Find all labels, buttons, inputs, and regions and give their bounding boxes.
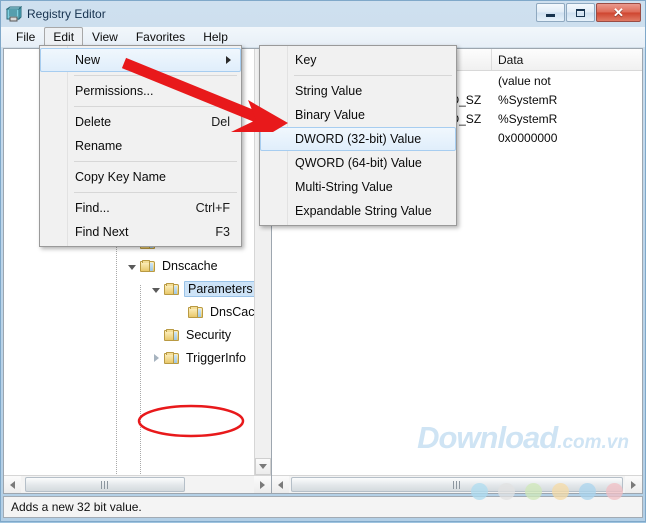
edit-menu-popup: New Permissions... Delete Del Rename Cop… — [39, 45, 242, 247]
chevron-left-icon — [10, 481, 15, 489]
tree-item-label: Security — [184, 328, 233, 342]
menu-item-find-next[interactable]: Find Next F3 — [40, 220, 241, 244]
menu-item-label: String Value — [295, 84, 362, 98]
status-text: Adds a new 32 bit value. — [11, 500, 142, 514]
expander-expanded-icon[interactable] — [124, 254, 140, 277]
chevron-left-icon — [278, 481, 283, 489]
value-data: %SystemR — [492, 112, 642, 126]
maximize-button[interactable] — [566, 3, 595, 22]
folder-icon — [140, 259, 156, 273]
menu-item-label: DWORD (32-bit) Value — [295, 132, 421, 146]
column-header-data[interactable]: Data — [492, 49, 642, 70]
maximize-icon — [576, 9, 585, 17]
tree-hscroll-track[interactable] — [21, 476, 254, 493]
scroll-down-button[interactable] — [255, 458, 271, 475]
chevron-right-icon — [226, 56, 231, 64]
tree-item-triggerinfo[interactable]: TriggerInfo — [4, 346, 271, 369]
menu-item-find[interactable]: Find... Ctrl+F — [40, 196, 241, 220]
menu-item-label: Permissions... — [75, 84, 154, 98]
folder-icon — [164, 282, 180, 296]
menu-item-label: Rename — [75, 139, 122, 153]
values-hscroll-track[interactable] — [289, 476, 625, 493]
tree-item-security[interactable]: Security — [4, 323, 271, 346]
menu-item-accelerator: F3 — [215, 225, 230, 239]
menu-help[interactable]: Help — [194, 27, 237, 47]
menu-item-new[interactable]: New — [40, 48, 241, 72]
title-bar: Registry Editor ✕ — [1, 1, 645, 27]
menu-item-label: Key — [295, 53, 317, 67]
menu-separator — [74, 192, 237, 193]
menu-item-key[interactable]: Key — [260, 48, 456, 72]
menu-separator — [74, 106, 237, 107]
chevron-right-icon — [631, 481, 636, 489]
menu-separator — [74, 161, 237, 162]
close-button[interactable]: ✕ — [596, 3, 641, 22]
menu-item-label: Expandable String Value — [295, 204, 432, 218]
value-data: (value not — [492, 74, 642, 88]
chevron-right-icon — [260, 481, 265, 489]
menu-item-binary-value[interactable]: Binary Value — [260, 103, 456, 127]
menu-item-label: QWORD (64-bit) Value — [295, 156, 422, 170]
menu-item-multi-string-value[interactable]: Multi-String Value — [260, 175, 456, 199]
menu-item-string-value[interactable]: String Value — [260, 79, 456, 103]
expander-leaf-icon — [172, 300, 188, 323]
expander-leaf-icon — [148, 323, 164, 346]
tree-item-label: Parameters — [184, 281, 257, 297]
menu-item-expandable-string-value[interactable]: Expandable String Value — [260, 199, 456, 223]
registry-editor-window: Registry Editor ✕ File Edit View Favorit… — [0, 0, 646, 522]
menu-favorites[interactable]: Favorites — [127, 27, 194, 47]
menu-file[interactable]: File — [7, 27, 44, 47]
grip-icon — [101, 481, 109, 489]
minimize-icon — [546, 14, 555, 17]
menu-item-label: Multi-String Value — [295, 180, 393, 194]
menu-item-label: Delete — [75, 115, 111, 129]
scroll-left-button[interactable] — [272, 476, 289, 493]
expander-expanded-icon[interactable] — [148, 277, 164, 300]
tree-item-label: TriggerInfo — [184, 351, 248, 365]
menu-item-copy-key-name[interactable]: Copy Key Name — [40, 165, 241, 189]
tree-item-dnscache[interactable]: Dnscache — [4, 254, 271, 277]
menu-item-accelerator: Del — [211, 115, 230, 129]
value-data: %SystemR — [492, 93, 642, 107]
menu-item-label: Binary Value — [295, 108, 365, 122]
tree-horizontal-scrollbar[interactable] — [4, 475, 271, 493]
tree-hscroll-thumb[interactable] — [25, 477, 185, 492]
menu-item-label: Find... — [75, 201, 110, 215]
folder-icon — [164, 351, 180, 365]
scroll-right-button[interactable] — [625, 476, 642, 493]
tree-item-parameters[interactable]: Parameters — [4, 277, 271, 300]
chevron-down-icon — [259, 464, 267, 469]
menu-view[interactable]: View — [83, 27, 127, 47]
menu-item-permissions[interactable]: Permissions... — [40, 79, 241, 103]
grip-icon — [453, 481, 461, 489]
expander-collapsed-icon[interactable] — [148, 346, 164, 369]
menu-edit[interactable]: Edit — [44, 27, 83, 47]
menu-item-qword-64bit-value[interactable]: QWORD (64-bit) Value — [260, 151, 456, 175]
menu-item-accelerator: Ctrl+F — [196, 201, 230, 215]
window-title: Registry Editor — [27, 7, 106, 21]
menu-item-rename[interactable]: Rename — [40, 134, 241, 158]
minimize-button[interactable] — [536, 3, 565, 22]
close-icon: ✕ — [613, 6, 624, 19]
menu-item-label: New — [75, 53, 100, 67]
scroll-left-button[interactable] — [4, 476, 21, 493]
folder-icon — [188, 305, 204, 319]
menu-item-label: Copy Key Name — [75, 170, 166, 184]
registry-editor-icon — [6, 6, 22, 22]
window-controls: ✕ — [536, 3, 641, 22]
values-hscroll-thumb[interactable] — [291, 477, 623, 492]
status-bar: Adds a new 32 bit value. — [3, 496, 643, 518]
tree-item-dnscache-child[interactable]: DnsCache — [4, 300, 271, 323]
menu-item-delete[interactable]: Delete Del — [40, 110, 241, 134]
menu-separator — [74, 75, 237, 76]
values-horizontal-scrollbar[interactable] — [272, 475, 642, 493]
value-data: 0x0000000 — [492, 131, 642, 145]
new-submenu-popup: Key String Value Binary Value DWORD (32-… — [259, 45, 457, 226]
folder-icon — [164, 328, 180, 342]
tree-item-label: Dnscache — [160, 259, 220, 273]
menu-item-dword-32bit-value[interactable]: DWORD (32-bit) Value — [260, 127, 456, 151]
scroll-right-button[interactable] — [254, 476, 271, 493]
menu-item-label: Find Next — [75, 225, 129, 239]
menu-separator — [294, 75, 452, 76]
